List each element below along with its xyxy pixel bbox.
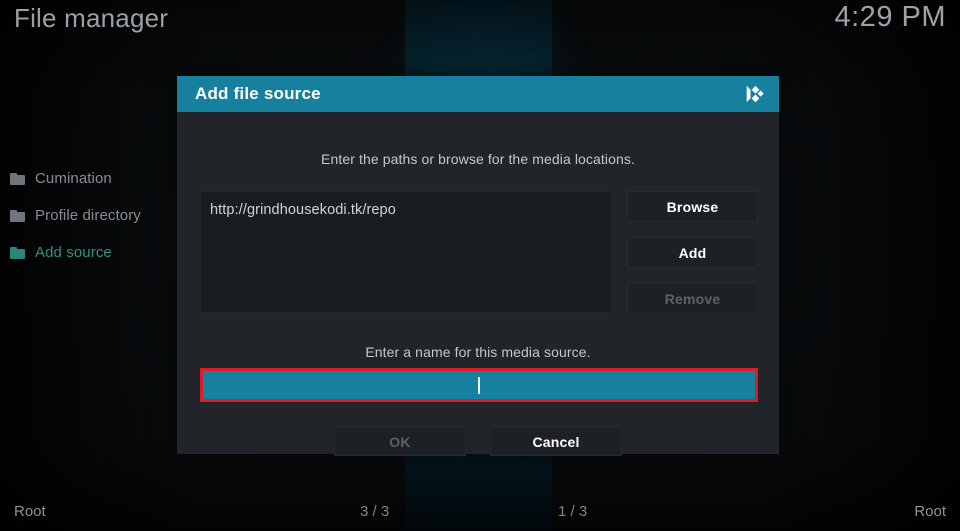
sidebar-item-add-source[interactable]: Add source bbox=[0, 234, 176, 271]
sidebar-item-label: Profile directory bbox=[35, 207, 141, 224]
path-list-item[interactable]: http://grindhousekodi.tk/repo bbox=[210, 202, 396, 218]
dialog-title: Add file source bbox=[195, 84, 321, 103]
kodi-logo-icon bbox=[743, 83, 765, 105]
media-source-name-input[interactable] bbox=[203, 371, 755, 399]
text-caret bbox=[478, 376, 480, 394]
path-list-box[interactable]: http://grindhousekodi.tk/repo bbox=[200, 191, 612, 313]
path-row: http://grindhousekodi.tk/repo Browse Add… bbox=[200, 191, 758, 314]
kodi-screen: File manager 4:29 PM Cumination Profile … bbox=[0, 0, 960, 531]
dialog-body: Enter the paths or browse for the media … bbox=[177, 112, 779, 456]
folder-icon bbox=[10, 172, 25, 185]
path-action-buttons: Browse Add Remove bbox=[627, 191, 758, 329]
sidebar-item-cumination[interactable]: Cumination bbox=[0, 160, 176, 197]
folder-icon bbox=[10, 209, 25, 222]
cancel-button[interactable]: Cancel bbox=[490, 427, 622, 456]
add-file-source-dialog: Add file source Enter the paths or brows… bbox=[177, 76, 779, 456]
sidebar-item-profile-directory[interactable]: Profile directory bbox=[0, 197, 176, 234]
browse-button[interactable]: Browse bbox=[627, 191, 758, 222]
status-bar: Root 3 / 3 1 / 3 Root bbox=[0, 495, 960, 531]
paths-hint-label: Enter the paths or browse for the media … bbox=[321, 151, 635, 167]
ok-button: OK bbox=[334, 427, 466, 456]
dialog-header: Add file source bbox=[177, 76, 779, 112]
sidebar-item-label: Cumination bbox=[35, 170, 112, 187]
status-right-path: Root bbox=[914, 503, 946, 520]
media-source-name-field-wrap bbox=[200, 368, 758, 402]
add-button[interactable]: Add bbox=[627, 237, 758, 268]
status-left-path: Root bbox=[14, 503, 46, 520]
sidebar-item-label: Add source bbox=[35, 244, 112, 261]
name-hint-label: Enter a name for this media source. bbox=[365, 344, 591, 360]
status-left-count: 3 / 3 bbox=[360, 503, 390, 520]
page-title: File manager bbox=[14, 3, 169, 33]
clock-label: 4:29 PM bbox=[834, 1, 946, 33]
top-bar: File manager 4:29 PM bbox=[0, 0, 960, 46]
status-right-count: 1 / 3 bbox=[558, 503, 588, 520]
dialog-footer: OK Cancel bbox=[177, 427, 779, 456]
file-source-list: Cumination Profile directory Add source bbox=[0, 160, 176, 271]
remove-button: Remove bbox=[627, 283, 758, 314]
folder-icon bbox=[10, 246, 25, 259]
